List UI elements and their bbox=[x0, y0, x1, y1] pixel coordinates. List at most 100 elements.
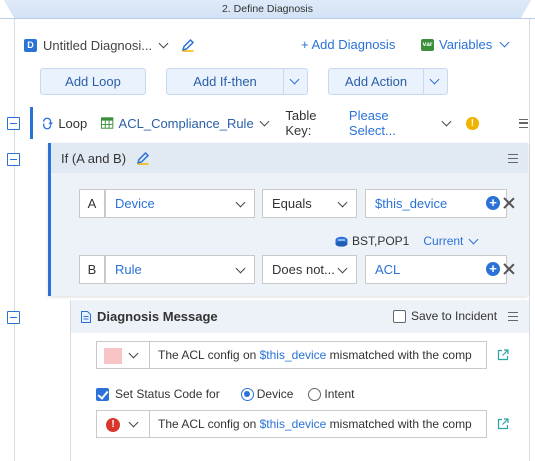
diagnosis-badge-icon: D bbox=[24, 38, 37, 52]
chevron-down-icon[interactable] bbox=[441, 116, 451, 126]
condition-letter: B bbox=[79, 255, 105, 284]
chevron-down-icon[interactable] bbox=[259, 116, 269, 126]
loop-block: Loop ACL_Compliance_Rule Table Key: Plea… bbox=[30, 107, 529, 139]
collapse-message-toggle[interactable] bbox=[7, 311, 20, 324]
condition-operator-select[interactable]: Does not... bbox=[262, 255, 357, 284]
step-header: 2. Define Diagnosis bbox=[0, 0, 535, 19]
condition-letter: A bbox=[79, 189, 105, 218]
variables-icon: var bbox=[421, 38, 434, 51]
save-to-incident-checkbox[interactable] bbox=[393, 310, 406, 323]
add-if-then-button[interactable]: Add If-then bbox=[166, 68, 308, 95]
chevron-down-icon bbox=[235, 263, 246, 274]
radio-intent-label: Intent bbox=[324, 387, 355, 401]
table-icon bbox=[101, 117, 114, 129]
message-text-suffix: mismatched with the comp bbox=[326, 348, 472, 362]
add-condition-icon[interactable]: + bbox=[486, 262, 500, 276]
message-text-variable: $this_device bbox=[259, 417, 327, 431]
chevron-down-icon bbox=[235, 197, 246, 208]
divider bbox=[149, 411, 150, 437]
step-header-corner-left bbox=[0, 0, 15, 18]
condition-field-value: Rule bbox=[115, 262, 142, 277]
table-key-select[interactable]: Please Select... bbox=[349, 108, 435, 138]
condition-value-text: $this_device bbox=[375, 196, 448, 211]
variables-dropdown[interactable]: var Variables bbox=[421, 37, 510, 52]
status-code-label: Set Status Code for bbox=[115, 387, 220, 401]
if-block: If (A and B) A Device Equals $this_devic… bbox=[48, 143, 528, 296]
if-menu-icon[interactable] bbox=[508, 154, 518, 163]
step-header-corner-right bbox=[520, 0, 535, 18]
color-swatch[interactable] bbox=[104, 348, 122, 364]
condition-field-select[interactable]: Device bbox=[105, 189, 255, 218]
edit-pencil-icon[interactable] bbox=[181, 38, 195, 52]
radio-intent[interactable] bbox=[308, 387, 322, 401]
chevron-down-icon[interactable] bbox=[158, 38, 169, 48]
message-text-suffix: mismatched with the comp bbox=[326, 417, 472, 431]
chevron-down-icon[interactable] bbox=[128, 417, 139, 428]
message-text-prefix: The ACL config on bbox=[158, 417, 260, 431]
condition-value-text: ACL bbox=[375, 262, 401, 277]
collapse-loop-toggle[interactable] bbox=[7, 117, 20, 130]
add-loop-label: Add Loop bbox=[65, 74, 121, 89]
loop-label: Loop bbox=[58, 115, 88, 131]
edit-pencil-icon[interactable] bbox=[136, 151, 150, 165]
chevron-down-icon bbox=[429, 74, 440, 85]
if-header: If (A and B) bbox=[51, 143, 528, 173]
condition-operator-value: Does not... bbox=[272, 262, 335, 277]
message-row: The ACL config on $this_device mismatche… bbox=[96, 341, 487, 369]
add-diagnosis-link[interactable]: + Add Diagnosis bbox=[301, 37, 395, 52]
message-text-prefix: The ACL config on bbox=[158, 348, 260, 362]
add-action-label: Add Action bbox=[344, 74, 408, 89]
if-title: If (A and B) bbox=[61, 150, 127, 166]
condition-field-select[interactable]: Rule bbox=[105, 255, 255, 284]
message-title: Diagnosis Message bbox=[97, 309, 218, 324]
diagnosis-name[interactable]: Untitled Diagnosi... bbox=[43, 38, 152, 53]
message-text-variable: $this_device bbox=[259, 348, 327, 362]
add-action-dropdown[interactable] bbox=[423, 69, 447, 94]
diagnosis-message-block: Diagnosis Message Save to Incident The A… bbox=[70, 300, 529, 461]
loop-table-select[interactable]: ACL_Compliance_Rule bbox=[119, 116, 254, 131]
message-text-input[interactable]: The ACL config on $this_device mismatche… bbox=[158, 411, 482, 437]
device-scope-select[interactable]: Current bbox=[423, 234, 463, 248]
status-code-line: Set Status Code for Device Intent bbox=[96, 387, 354, 401]
variables-label: Variables bbox=[439, 37, 493, 52]
save-to-incident-label: Save to Incident bbox=[411, 309, 498, 323]
device-context: BST,POP1 Current bbox=[335, 234, 479, 248]
chevron-down-icon[interactable] bbox=[468, 234, 479, 244]
divider bbox=[149, 342, 150, 368]
warning-icon: ! bbox=[466, 116, 479, 130]
message-header: Diagnosis Message Save to Incident bbox=[71, 300, 529, 333]
add-if-then-dropdown[interactable] bbox=[283, 69, 307, 94]
add-condition-icon[interactable]: + bbox=[486, 196, 500, 210]
message-text-input[interactable]: The ACL config on $this_device mismatche… bbox=[158, 342, 482, 368]
add-action-button[interactable]: Add Action bbox=[328, 68, 448, 95]
device-icon bbox=[335, 236, 348, 247]
collapse-if-toggle[interactable] bbox=[7, 153, 20, 166]
condition-operator-value: Equals bbox=[272, 196, 312, 211]
loop-icon bbox=[42, 117, 53, 129]
error-status-icon[interactable]: ! bbox=[106, 418, 120, 432]
open-external-icon[interactable] bbox=[497, 418, 509, 430]
chevron-down-icon bbox=[289, 74, 300, 85]
step-title: 2. Define Diagnosis bbox=[221, 3, 314, 15]
open-external-icon[interactable] bbox=[497, 349, 509, 361]
condition-row-b: B Rule Does not... ACL bbox=[79, 255, 519, 284]
chevron-down-icon bbox=[337, 263, 348, 274]
message-row: ! The ACL config on $this_device mismatc… bbox=[96, 410, 487, 438]
diagnosis-selector[interactable]: D Untitled Diagnosi... bbox=[24, 35, 195, 55]
remove-condition-icon[interactable] bbox=[503, 263, 515, 275]
message-menu-icon[interactable] bbox=[508, 312, 518, 321]
chevron-down-icon bbox=[499, 37, 510, 48]
remove-condition-icon[interactable] bbox=[503, 197, 515, 209]
radio-device-label: Device bbox=[256, 387, 294, 401]
chevron-down-icon bbox=[337, 197, 348, 208]
condition-operator-select[interactable]: Equals bbox=[262, 189, 357, 218]
condition-field-value: Device bbox=[115, 196, 155, 211]
loop-menu-icon[interactable] bbox=[518, 118, 529, 128]
device-ref: BST,POP1 bbox=[352, 234, 410, 248]
message-document-icon bbox=[81, 310, 91, 323]
radio-device[interactable] bbox=[240, 387, 254, 401]
set-status-code-checkbox[interactable] bbox=[96, 387, 109, 401]
add-if-then-label: Add If-then bbox=[193, 74, 257, 89]
add-loop-button[interactable]: Add Loop bbox=[40, 68, 146, 95]
chevron-down-icon[interactable] bbox=[128, 348, 139, 359]
